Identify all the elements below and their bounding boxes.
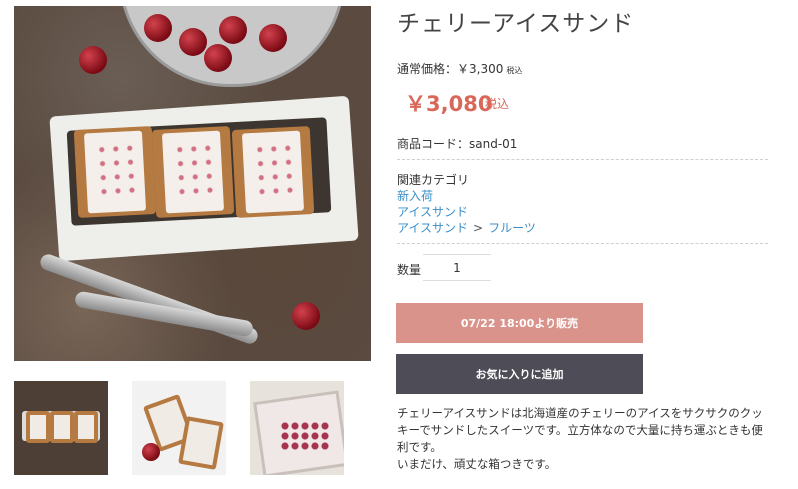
ice-sandwich <box>73 126 157 218</box>
sale-price: ￥3,080 <box>405 92 493 116</box>
category-link-ice-sand[interactable]: アイスサンド <box>397 203 468 220</box>
cherry <box>79 46 107 74</box>
category-breadcrumb: アイスサンド > フルーツ <box>397 219 536 236</box>
category-link-ice-sand-parent[interactable]: アイスサンド <box>397 221 468 235</box>
product-description: チェリーアイスサンドは北海道産のチェリーのアイスをサクサクのクッキーでサンドした… <box>397 405 772 473</box>
cherry <box>219 16 247 44</box>
cherry <box>144 14 172 42</box>
cherry <box>292 302 320 330</box>
product-code: 商品コード：sand-01 <box>397 135 517 152</box>
cherry <box>204 44 232 72</box>
regular-tax-label: 税込 <box>506 66 523 75</box>
main-product-image[interactable] <box>14 6 371 361</box>
thumbnail-3[interactable] <box>250 381 344 475</box>
description-text: チェリーアイスサンドは北海道産のチェリーのアイスをサクサクのクッキーでサンドした… <box>397 406 763 454</box>
breadcrumb-separator: > <box>473 221 484 235</box>
divider <box>397 243 768 244</box>
regular-price-label: 通常価格：￥3,300 <box>397 62 504 76</box>
category-link-new[interactable]: 新入荷 <box>397 187 433 204</box>
sale-start-button[interactable]: 07/22 18:00より販売 <box>396 303 643 343</box>
related-category-label: 関連カテゴリ <box>397 173 470 187</box>
add-to-favorites-button[interactable]: お気に入りに追加 <box>396 354 643 394</box>
divider <box>397 159 768 160</box>
ice-sandwich <box>231 126 315 218</box>
sale-tax-label: 税込 <box>485 97 510 111</box>
thumbnail-1[interactable] <box>14 381 108 475</box>
description-note: いまだけ、頑丈な箱つきです。 <box>397 457 557 471</box>
quantity-label: 数量 <box>397 263 422 277</box>
cherry <box>259 24 287 52</box>
product-code-value: sand-01 <box>469 137 518 151</box>
thumbnail-2[interactable] <box>132 381 226 475</box>
cherry <box>179 28 207 56</box>
category-link-fruit[interactable]: フルーツ <box>488 221 536 235</box>
regular-price: 通常価格：￥3,300 税込 <box>397 60 522 77</box>
quantity-input[interactable]: 1 <box>423 254 491 281</box>
ice-sandwich <box>151 126 235 218</box>
product-code-label: 商品コード： <box>397 137 470 151</box>
product-title: チェリーアイスサンド <box>397 11 635 37</box>
